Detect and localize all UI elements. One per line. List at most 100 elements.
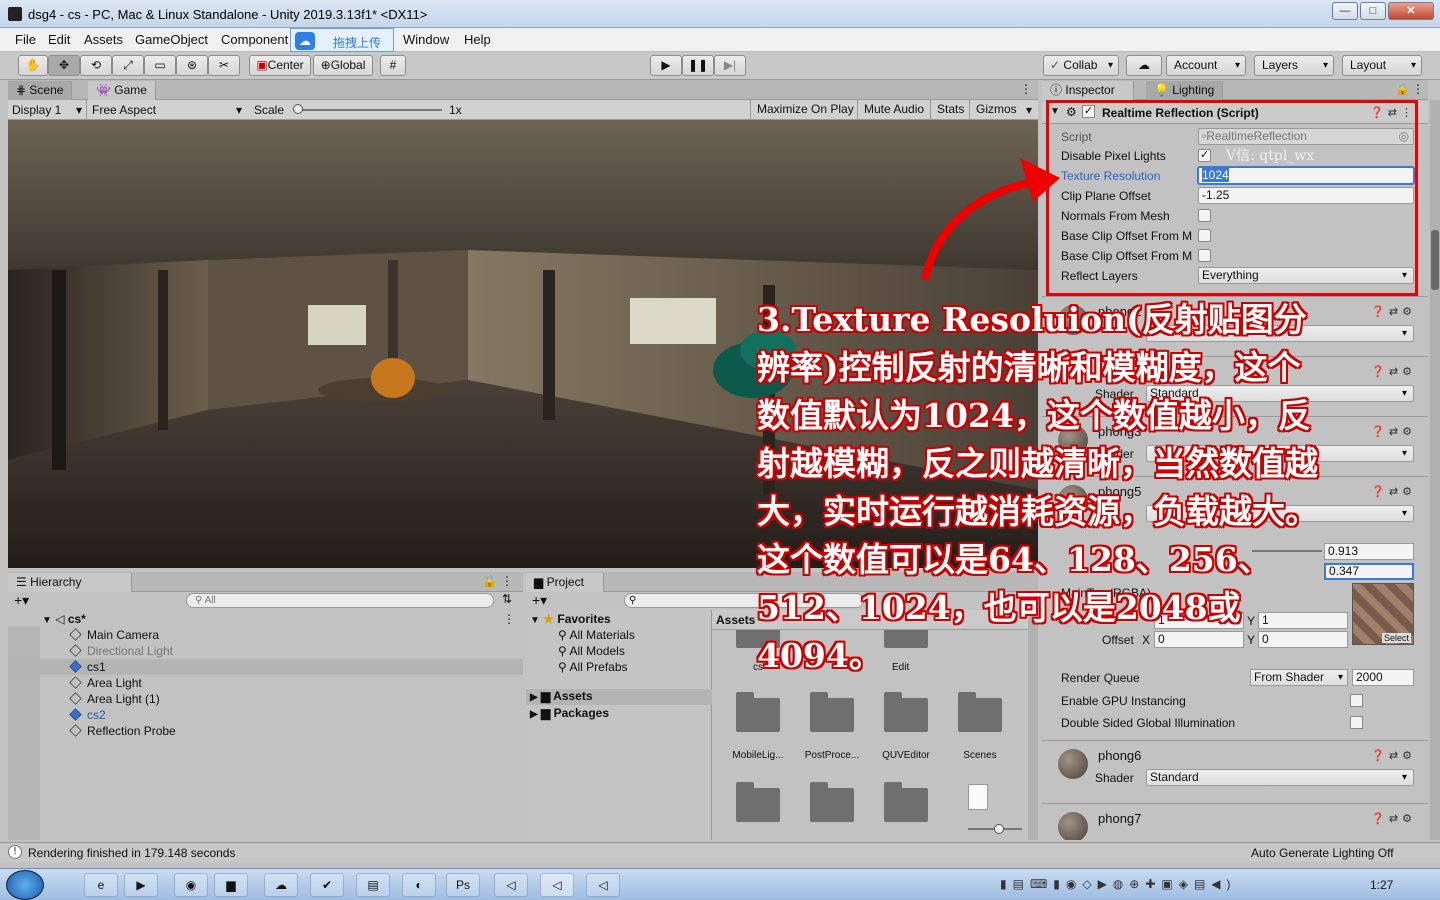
unity-icon[interactable]: ◁ — [586, 873, 620, 897]
float-input-1[interactable]: 0.913 — [1324, 543, 1414, 560]
icon-size-slider-handle[interactable] — [994, 824, 1004, 834]
scene-row[interactable]: ▼ ◁ cs* ⋮ — [8, 611, 523, 627]
panel-menu-icon[interactable]: ⋮ — [1020, 82, 1032, 96]
menu-help[interactable]: Help — [464, 32, 491, 47]
step-button[interactable]: ▶| — [714, 55, 746, 76]
material-header-icons[interactable]: ❓⇄⚙ — [1371, 425, 1416, 438]
gpu-instancing-checkbox[interactable] — [1350, 694, 1363, 707]
close-button[interactable]: ✕ — [1388, 2, 1434, 20]
material-header-icons[interactable]: ❓⇄⚙ — [1371, 812, 1416, 825]
baidu-netdisk-icon[interactable]: ☁ — [264, 873, 298, 897]
collab-dropdown[interactable]: ✓ Collab — [1043, 55, 1119, 76]
inspector-scrollbar[interactable] — [1430, 100, 1440, 840]
tab-lighting[interactable]: 💡 Lighting — [1146, 81, 1224, 100]
float-input-2[interactable]: 0.347 — [1324, 563, 1414, 580]
gizmos-toggle[interactable]: Gizmos — [969, 100, 1017, 119]
pivot-global-button[interactable]: ⊕Global — [313, 55, 373, 76]
folder-icon[interactable] — [736, 692, 780, 732]
add-icon[interactable]: +▾ — [532, 592, 547, 609]
fav-item[interactable]: ⚲ All Models — [558, 644, 625, 658]
panel-menu-icon[interactable]: ⋮ — [501, 574, 513, 588]
baidu-upload-widget[interactable]: ☁ 拖拽上传 — [290, 28, 394, 52]
explorer-icon[interactable]: ▆ — [214, 873, 248, 897]
scale-slider-track[interactable] — [298, 109, 442, 111]
hierarchy-item[interactable]: Reflection Probe — [8, 723, 523, 739]
folder-icon[interactable] — [810, 782, 854, 822]
custom-tool-icon[interactable]: ✂ — [208, 55, 240, 76]
texture-select-button[interactable]: Select — [1381, 633, 1411, 643]
layout-dropdown[interactable]: Layout — [1342, 55, 1422, 76]
material-block-phong6[interactable]: phong6 ❓⇄⚙ Shader Standard — [1042, 740, 1428, 800]
hierarchy-item[interactable]: Main Camera — [8, 627, 523, 643]
material-header-icons[interactable]: ❓⇄⚙ — [1371, 365, 1416, 378]
dsgi-checkbox[interactable] — [1350, 716, 1363, 729]
menu-gameobject[interactable]: GameObject — [135, 32, 208, 47]
pause-button[interactable]: ❚❚ — [682, 55, 714, 76]
lock-icon[interactable]: 🔒 — [482, 574, 497, 588]
hierarchy-search-input[interactable]: ⚲ All — [186, 593, 494, 608]
display-dropdown[interactable]: Display 1 — [12, 103, 61, 117]
layers-dropdown[interactable]: Layers — [1254, 55, 1334, 76]
folder-icon[interactable] — [884, 782, 928, 822]
rotate-tool-icon[interactable]: ⟲ — [80, 55, 112, 76]
folder-icon[interactable] — [736, 782, 780, 822]
breadcrumb-label[interactable]: Assets — [716, 613, 755, 627]
app-icon[interactable]: ▤ — [356, 873, 390, 897]
shader-dropdown[interactable]: Standard — [1146, 769, 1414, 786]
texture-slot[interactable]: Select — [1352, 583, 1414, 645]
favorites-row[interactable]: ▼ ★ Favorites — [530, 612, 611, 626]
unity-icon[interactable]: ◁ — [540, 873, 574, 897]
file-icon[interactable] — [968, 784, 988, 810]
folder-icon[interactable] — [958, 692, 1002, 732]
cloud-icon[interactable]: ☁ — [1126, 55, 1162, 76]
hierarchy-item[interactable]: cs1 — [8, 659, 523, 675]
tab-inspector[interactable]: ⓘ Inspector — [1042, 81, 1134, 100]
maximize-on-play-toggle[interactable]: Maximize On Play — [750, 100, 854, 119]
scale-tool-icon[interactable]: ⤢ — [112, 55, 144, 76]
status-message[interactable]: Rendering finished in 179.148 seconds — [28, 846, 235, 860]
clock[interactable]: 1:27 — [1370, 878, 1393, 892]
material-header-icons[interactable]: ❓⇄⚙ — [1371, 485, 1416, 498]
hierarchy-item[interactable]: cs2 — [8, 707, 523, 723]
move-tool-icon[interactable]: ✥ — [48, 55, 80, 76]
ie-icon[interactable]: e — [84, 873, 118, 897]
menu-window[interactable]: Window — [403, 32, 449, 47]
filter-icon[interactable]: ⇅ — [502, 592, 512, 606]
maximize-button[interactable]: □ — [1360, 2, 1386, 20]
hierarchy-item[interactable]: Area Light (1) — [8, 691, 523, 707]
lock-icon[interactable]: 🔒 — [1395, 82, 1410, 96]
fav-item[interactable]: ⚲ All Prefabs — [558, 660, 628, 674]
tray-icons[interactable]: ▮▤⌨▮◉◇▶◍⊕✚▣◈▤◀) — [1000, 877, 1237, 891]
add-icon[interactable]: +▾ — [14, 592, 29, 609]
material-block-phong7[interactable]: phong7 ❓⇄⚙ — [1042, 803, 1428, 840]
grid-snap-icon[interactable]: # — [380, 55, 406, 76]
tab-scene[interactable]: ⋕ Scene — [8, 81, 73, 100]
app-icon[interactable]: ✔ — [310, 873, 344, 897]
app-icon[interactable]: ◐ — [402, 873, 436, 897]
hierarchy-item[interactable]: Area Light — [8, 675, 523, 691]
start-button-icon[interactable] — [6, 870, 44, 900]
minimize-button[interactable]: — — [1332, 2, 1358, 20]
folder-icon[interactable] — [810, 692, 854, 732]
unity-icon[interactable]: ◁ — [494, 873, 528, 897]
play-button[interactable]: ▶ — [650, 55, 682, 76]
app-icon[interactable]: ▶ — [124, 873, 158, 897]
transform-tool-icon[interactable]: ⊛ — [176, 55, 208, 76]
account-dropdown[interactable]: Account — [1166, 55, 1246, 76]
material-header-icons[interactable]: ❓⇄⚙ — [1371, 749, 1416, 762]
mute-audio-toggle[interactable]: Mute Audio — [857, 100, 924, 119]
stats-toggle[interactable]: Stats — [930, 100, 964, 119]
tab-project[interactable]: ▆ Project — [526, 573, 604, 592]
folder-icon[interactable] — [884, 692, 928, 732]
hierarchy-item[interactable]: Directional Light — [8, 643, 523, 659]
material-header-icons[interactable]: ❓⇄⚙ — [1371, 305, 1416, 318]
tab-game[interactable]: 👾 Game — [88, 81, 156, 100]
assets-row[interactable]: ▶ ▆ Assets — [526, 689, 712, 705]
photoshop-icon[interactable]: Ps — [446, 873, 480, 897]
scale-slider-handle[interactable] — [293, 104, 303, 114]
menu-assets[interactable]: Assets — [84, 32, 123, 47]
chrome-icon[interactable]: ◉ — [174, 873, 208, 897]
hand-tool-icon[interactable]: ✋ — [18, 55, 48, 76]
rect-tool-icon[interactable]: ▭ — [144, 55, 176, 76]
fav-item[interactable]: ⚲ All Materials — [558, 628, 635, 642]
